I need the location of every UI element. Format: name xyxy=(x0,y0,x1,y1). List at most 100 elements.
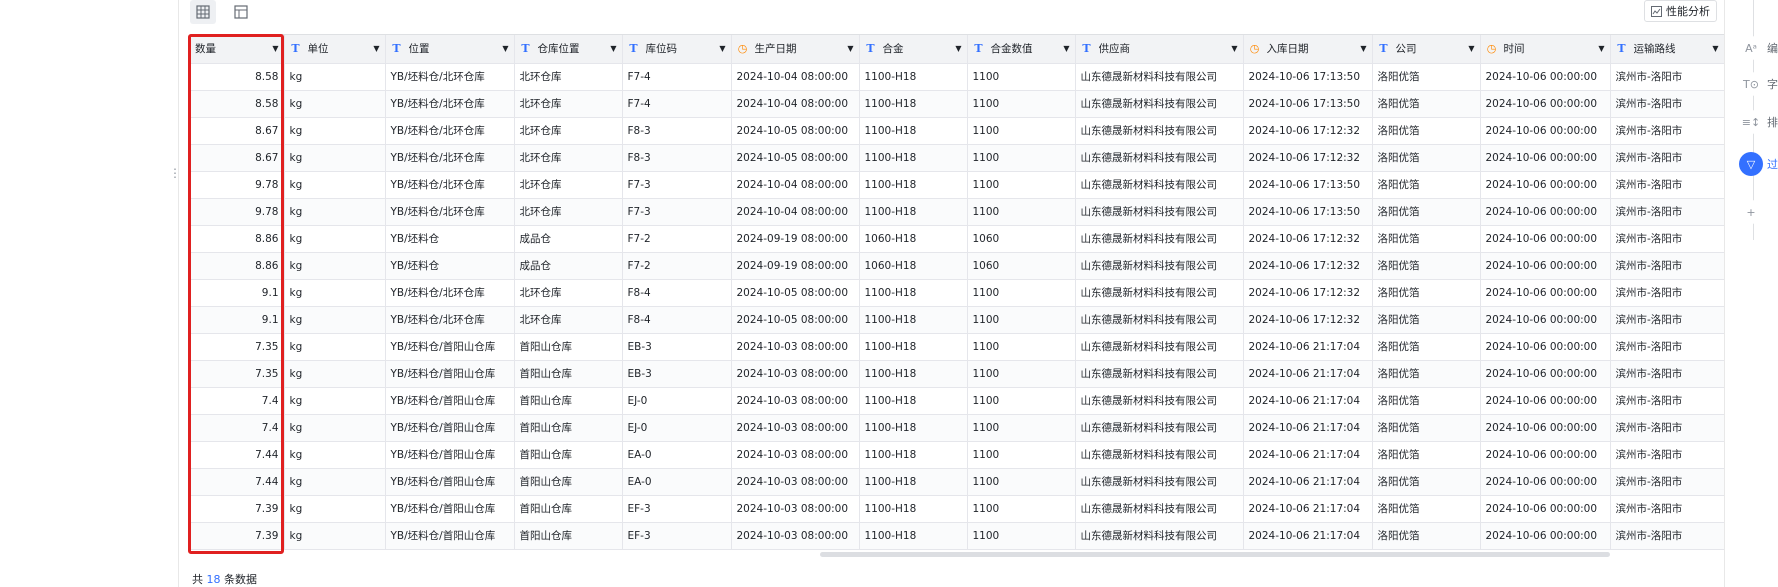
table-cell[interactable]: 1060-H18 xyxy=(859,252,968,280)
table-cell[interactable]: 洛阳优箔 xyxy=(1372,414,1481,442)
table-cell[interactable]: 山东德晟新材料科技有限公司 xyxy=(1075,522,1244,550)
table-cell[interactable]: 1100-H18 xyxy=(859,387,968,415)
table-cell[interactable]: kg xyxy=(284,468,386,496)
table-cell[interactable]: kg xyxy=(284,360,386,388)
table-cell[interactable]: 2024-10-06 17:13:50 xyxy=(1243,198,1373,226)
table-cell[interactable]: 北环仓库 xyxy=(514,198,623,226)
caret-down-icon[interactable]: ▼ xyxy=(719,44,725,53)
grid-view-button[interactable] xyxy=(190,0,216,24)
table-cell[interactable]: 1100 xyxy=(967,198,1076,226)
table-cell[interactable]: 滨州市-洛阳市 xyxy=(1610,252,1724,280)
table-cell[interactable]: 7.35 xyxy=(190,360,285,388)
table-cell[interactable]: 1100-H18 xyxy=(859,333,968,361)
table-cell[interactable]: EF-3 xyxy=(622,522,732,550)
table-cell[interactable]: 滨州市-洛阳市 xyxy=(1610,306,1724,334)
table-cell[interactable]: 7.35 xyxy=(190,333,285,361)
table-row[interactable]: 7.35 kg YB/坯料仓/首阳山仓库 首阳山仓库 EB-3 2024-10-03 08… xyxy=(190,333,1724,361)
table-cell[interactable]: 首阳山仓库 xyxy=(514,441,623,469)
table-cell[interactable]: 山东德晟新材料科技有限公司 xyxy=(1075,468,1244,496)
table-cell[interactable]: 北环仓库 xyxy=(514,117,623,145)
table-cell[interactable]: 9.78 xyxy=(190,171,285,199)
table-cell[interactable]: 2024-10-06 00:00:00 xyxy=(1480,279,1611,307)
table-cell[interactable]: 1100-H18 xyxy=(859,441,968,469)
table-cell[interactable]: 山东德晟新材料科技有限公司 xyxy=(1075,333,1244,361)
column-header-8[interactable]: T 供应商 ▼ xyxy=(1075,35,1244,64)
right-panel-item-1[interactable]: T⊙ 字 xyxy=(1739,72,1778,96)
column-header-9[interactable]: ◷ 入库日期 ▼ xyxy=(1243,35,1373,64)
table-cell[interactable]: 2024-10-05 08:00:00 xyxy=(731,279,860,307)
table-cell[interactable]: kg xyxy=(284,63,386,91)
table-row[interactable]: 7.4 kg YB/坯料仓/首阳山仓库 首阳山仓库 EJ-0 2024-10-03 08:… xyxy=(190,387,1724,415)
table-row[interactable]: 8.67 kg YB/坯料仓/北环仓库 北环仓库 F8-3 2024-10-05 08:0… xyxy=(190,117,1724,145)
table-cell[interactable]: 2024-10-06 21:17:04 xyxy=(1243,414,1373,442)
table-cell[interactable]: YB/坯料仓/北环仓库 xyxy=(385,171,515,199)
table-cell[interactable]: 1100-H18 xyxy=(859,144,968,172)
table-cell[interactable]: YB/坯料仓/首阳山仓库 xyxy=(385,522,515,550)
table-cell[interactable]: 滨州市-洛阳市 xyxy=(1610,144,1724,172)
table-cell[interactable]: 山东德晟新材料科技有限公司 xyxy=(1075,171,1244,199)
table-cell[interactable]: 1100 xyxy=(967,306,1076,334)
column-header-1[interactable]: T 单位 ▼ xyxy=(284,35,386,64)
column-header-11[interactable]: ◷ 时间 ▼ xyxy=(1480,35,1611,64)
caret-down-icon[interactable]: ▼ xyxy=(847,44,853,53)
column-header-7[interactable]: T 合金数值 ▼ xyxy=(967,35,1076,64)
table-cell[interactable]: 滨州市-洛阳市 xyxy=(1610,387,1724,415)
column-header-10[interactable]: T 公司 ▼ xyxy=(1372,35,1481,64)
table-row[interactable]: 9.78 kg YB/坯料仓/北环仓库 北环仓库 F7-3 2024-10-04 08:0… xyxy=(190,171,1724,199)
column-header-0[interactable]: 数量 ▼ xyxy=(190,35,285,64)
table-cell[interactable]: EB-3 xyxy=(622,333,732,361)
table-cell[interactable]: 2024-10-06 00:00:00 xyxy=(1480,360,1611,388)
table-cell[interactable]: 1100-H18 xyxy=(859,414,968,442)
table-cell[interactable]: 2024-10-06 00:00:00 xyxy=(1480,198,1611,226)
caret-down-icon[interactable]: ▼ xyxy=(373,44,379,53)
table-cell[interactable]: 滨州市-洛阳市 xyxy=(1610,90,1724,118)
table-cell[interactable]: kg xyxy=(284,414,386,442)
table-cell[interactable]: 2024-10-06 21:17:04 xyxy=(1243,522,1373,550)
table-cell[interactable]: 1060-H18 xyxy=(859,225,968,253)
table-cell[interactable]: YB/坯料仓/首阳山仓库 xyxy=(385,441,515,469)
table-cell[interactable]: 1060 xyxy=(967,225,1076,253)
table-cell[interactable]: 1100-H18 xyxy=(859,198,968,226)
column-header-2[interactable]: T 位置 ▼ xyxy=(385,35,515,64)
table-cell[interactable]: 9.1 xyxy=(190,279,285,307)
table-cell[interactable]: 山东德晟新材料科技有限公司 xyxy=(1075,441,1244,469)
table-cell[interactable]: 2024-10-06 21:17:04 xyxy=(1243,468,1373,496)
table-cell[interactable]: 1100 xyxy=(967,468,1076,496)
table-cell[interactable]: 山东德晟新材料科技有限公司 xyxy=(1075,90,1244,118)
table-cell[interactable]: 洛阳优箔 xyxy=(1372,252,1481,280)
table-cell[interactable]: 滨州市-洛阳市 xyxy=(1610,117,1724,145)
table-cell[interactable]: F8-3 xyxy=(622,144,732,172)
table-cell[interactable]: kg xyxy=(284,495,386,523)
table-row[interactable]: 8.86 kg YB/坯料仓 成品仓 F7-2 2024-09-19 08:00:00 10… xyxy=(190,252,1724,280)
table-cell[interactable]: 1100-H18 xyxy=(859,171,968,199)
table-cell[interactable]: 首阳山仓库 xyxy=(514,414,623,442)
table-cell[interactable]: 2024-10-06 21:17:04 xyxy=(1243,441,1373,469)
table-cell[interactable]: 1100-H18 xyxy=(859,63,968,91)
table-cell[interactable]: YB/坯料仓/北环仓库 xyxy=(385,63,515,91)
table-cell[interactable]: 2024-10-06 00:00:00 xyxy=(1480,252,1611,280)
table-cell[interactable]: 2024-10-03 08:00:00 xyxy=(731,522,860,550)
table-cell[interactable]: 山东德晟新材料科技有限公司 xyxy=(1075,387,1244,415)
table-cell[interactable]: EJ-0 xyxy=(622,387,732,415)
table-cell[interactable]: 2024-10-06 00:00:00 xyxy=(1480,63,1611,91)
table-row[interactable]: 7.35 kg YB/坯料仓/首阳山仓库 首阳山仓库 EB-3 2024-10-03 08… xyxy=(190,360,1724,388)
table-cell[interactable]: 2024-10-06 00:00:00 xyxy=(1480,117,1611,145)
table-cell[interactable]: 7.4 xyxy=(190,414,285,442)
right-panel-item-3[interactable]: ▽ 过 xyxy=(1739,152,1778,176)
table-cell[interactable]: F7-3 xyxy=(622,198,732,226)
table-cell[interactable]: 8.86 xyxy=(190,252,285,280)
table-cell[interactable]: 山东德晟新材料科技有限公司 xyxy=(1075,117,1244,145)
table-cell[interactable]: 洛阳优箔 xyxy=(1372,333,1481,361)
table-cell[interactable]: 滨州市-洛阳市 xyxy=(1610,360,1724,388)
table-cell[interactable]: 2024-10-04 08:00:00 xyxy=(731,171,860,199)
table-cell[interactable]: 1100-H18 xyxy=(859,306,968,334)
column-header-3[interactable]: T 仓库位置 ▼ xyxy=(514,35,623,64)
table-cell[interactable]: 北环仓库 xyxy=(514,279,623,307)
table-cell[interactable]: 7.39 xyxy=(190,522,285,550)
table-cell[interactable]: YB/坯料仓/北环仓库 xyxy=(385,117,515,145)
table-cell[interactable]: 2024-10-06 17:13:50 xyxy=(1243,90,1373,118)
table-cell[interactable]: YB/坯料仓/首阳山仓库 xyxy=(385,495,515,523)
table-cell[interactable]: 首阳山仓库 xyxy=(514,468,623,496)
table-cell[interactable]: 1100-H18 xyxy=(859,468,968,496)
table-cell[interactable]: 1100 xyxy=(967,63,1076,91)
